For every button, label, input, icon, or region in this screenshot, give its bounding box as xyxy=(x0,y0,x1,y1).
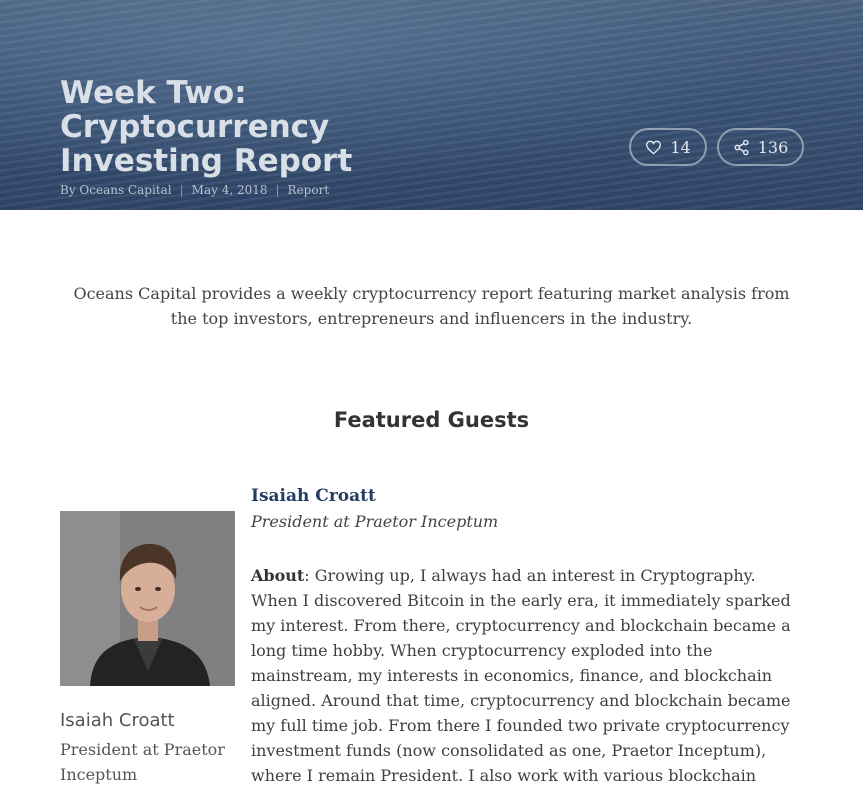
photo-caption-name: Isaiah Croatt xyxy=(60,710,175,731)
share-count: 136 xyxy=(757,137,789,157)
about-label: About xyxy=(251,566,305,585)
like-button[interactable]: 14 xyxy=(629,128,707,166)
hero-banner: Week Two: Cryptocurrency Investing Repor… xyxy=(0,0,863,210)
featured-guests-heading: Featured Guests xyxy=(333,408,530,432)
guest-role: President at Praetor Inceptum xyxy=(251,512,499,531)
about-text: : Growing up, I always had an interest i… xyxy=(251,566,791,785)
guest-about: About: Growing up, I always had an inter… xyxy=(251,563,799,788)
photo-caption-role: President at Praetor Inceptum xyxy=(60,740,225,784)
author-link[interactable]: By Oceans Capital xyxy=(60,183,172,197)
intro-text: Oceans Capital provides a weekly cryptoc… xyxy=(73,284,790,328)
share-button[interactable]: 136 xyxy=(717,128,804,166)
page-title: Week Two: Cryptocurrency Investing Repor… xyxy=(60,75,353,179)
heart-icon xyxy=(646,140,662,155)
category-link[interactable]: Report xyxy=(288,183,330,197)
meta-divider: | xyxy=(179,183,184,197)
post-date: May 4, 2018 xyxy=(191,183,268,197)
guest-photo xyxy=(60,511,235,686)
portrait-image xyxy=(60,511,235,686)
guest-name: Isaiah Croatt xyxy=(251,486,376,506)
meta-divider: | xyxy=(275,183,280,197)
like-count: 14 xyxy=(670,137,691,157)
share-icon xyxy=(734,139,749,155)
post-meta: By Oceans Capital | May 4, 2018 | Report xyxy=(60,183,329,197)
